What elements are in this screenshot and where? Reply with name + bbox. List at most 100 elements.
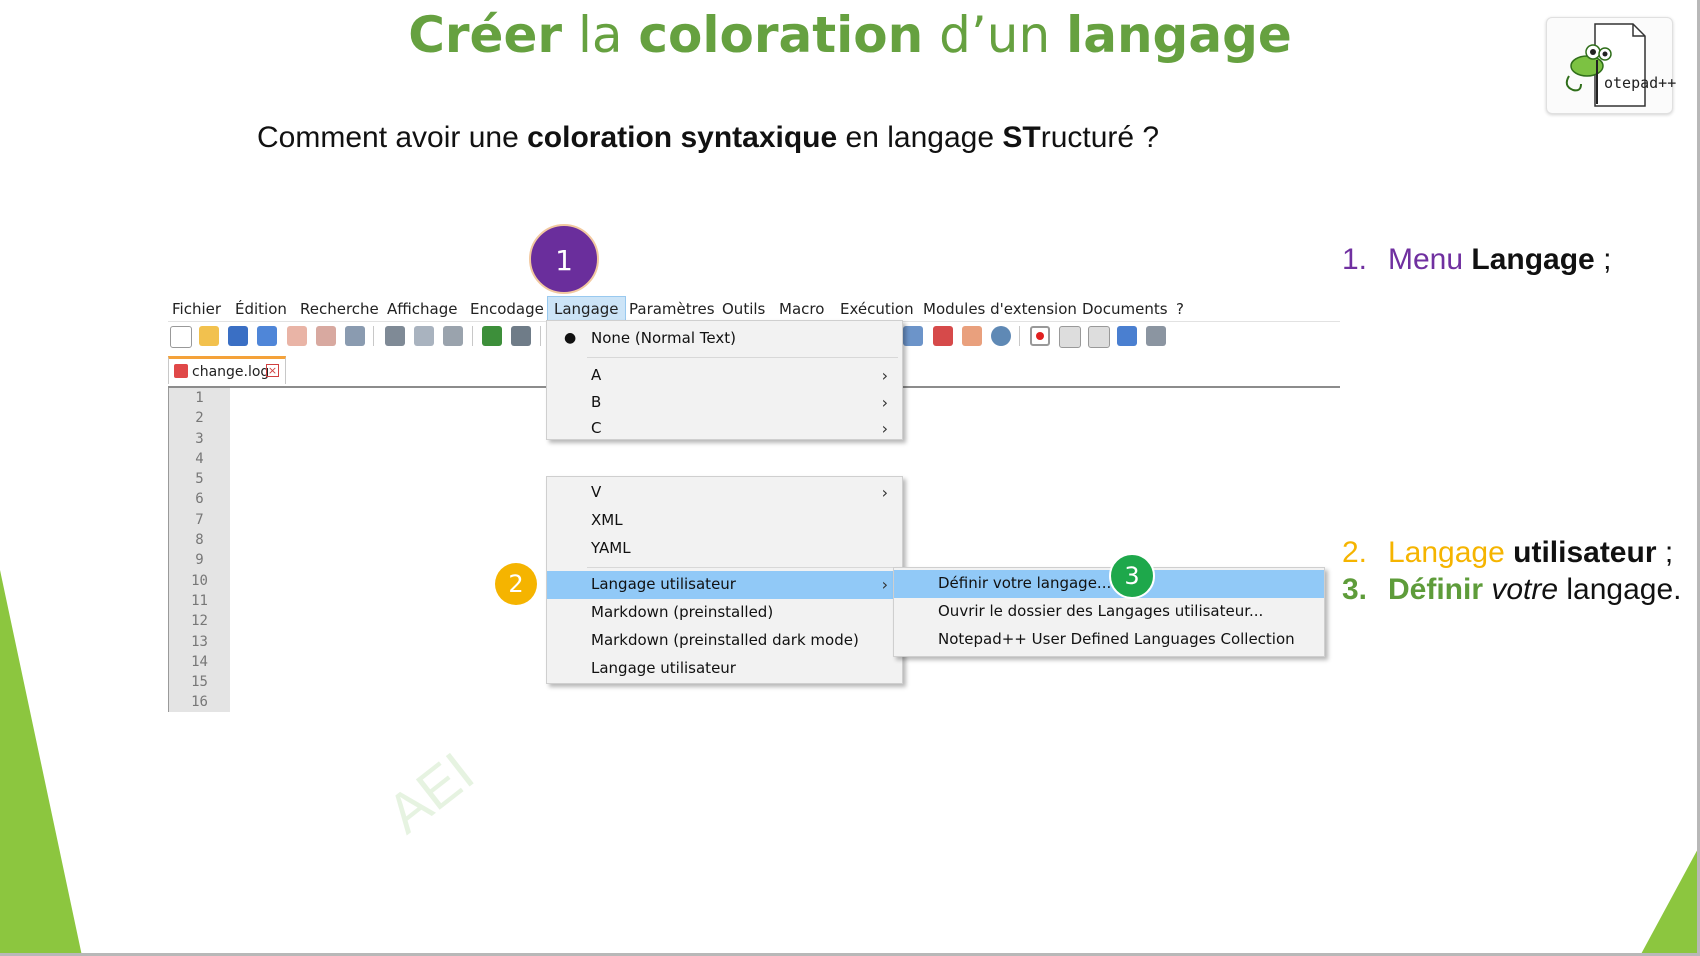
menu-fichier[interactable]: Fichier <box>172 300 221 318</box>
question-part-4: ST <box>1002 121 1041 154</box>
tab-label: change.log <box>192 364 270 380</box>
title-word-4: d’un <box>923 6 1067 64</box>
question-part-2: coloration syntaxique <box>527 121 838 154</box>
save-macro-icon[interactable] <box>1146 326 1166 346</box>
notepadpp-logo: otepad++ <box>1546 17 1677 114</box>
open-file-icon[interactable] <box>199 326 219 346</box>
menu-documents[interactable]: Documents <box>1082 300 1168 318</box>
paste-icon[interactable] <box>443 326 463 346</box>
monitoring-eye-icon[interactable] <box>991 326 1011 346</box>
menu-item-none-normal-text[interactable]: ● None (Normal Text) <box>547 325 902 352</box>
menu-edition[interactable]: Édition <box>235 300 287 318</box>
line-number: 3 <box>195 430 204 447</box>
menu-item-xml[interactable]: XML <box>547 507 902 534</box>
menu-modules-extension[interactable]: Modules d'extension <box>923 300 1077 318</box>
menu-item-label: B <box>591 393 602 411</box>
logo-text: otepad++ <box>1604 74 1677 92</box>
stop-macro-icon[interactable] <box>1059 326 1081 348</box>
line-number: 1 <box>195 390 204 406</box>
play-macro-icon[interactable] <box>1088 326 1110 348</box>
menu-item-ouvrir-dossier[interactable]: Ouvrir le dossier des Langages utilisate… <box>894 598 1324 625</box>
line-number: 12 <box>191 613 208 630</box>
title-word-2: la <box>562 6 639 64</box>
line-number: 2 <box>195 410 204 427</box>
step-3-bold: Définir <box>1388 573 1484 606</box>
menu-item-label: Ouvrir le dossier des Langages utilisate… <box>938 602 1264 620</box>
menu-langage[interactable]: Langage <box>547 296 626 322</box>
menu-item-label: YAML <box>591 539 631 557</box>
step-badge-3: 3 <box>1109 553 1155 599</box>
cut-icon[interactable] <box>385 326 405 346</box>
menu-affichage[interactable]: Affichage <box>387 300 457 318</box>
folder-workspace-icon[interactable] <box>962 326 982 346</box>
menu-item-b[interactable]: B › <box>547 389 902 416</box>
menu-item-label: Définir votre langage... <box>938 574 1112 592</box>
menu-item-markdown-dark[interactable]: Markdown (preinstalled dark mode) <box>547 627 902 654</box>
menu-item-label: Langage utilisateur <box>591 659 736 677</box>
function-list-icon[interactable] <box>933 326 953 346</box>
line-number: 8 <box>195 532 204 549</box>
toolbar-separator <box>1019 326 1020 346</box>
chevron-right-icon: › <box>881 483 888 502</box>
menu-item-yaml[interactable]: YAML <box>547 535 902 562</box>
step-2-text: Langage <box>1388 536 1505 569</box>
menu-recherche[interactable]: Recherche <box>300 300 379 318</box>
tab-close-icon[interactable]: × <box>266 364 279 377</box>
tab-change-log[interactable]: change.log × <box>168 356 286 384</box>
step-2-bold: utilisateur <box>1504 536 1657 569</box>
record-macro-icon[interactable] <box>1030 326 1050 346</box>
step-3-italic: votre <box>1483 573 1559 606</box>
copy-icon[interactable] <box>414 326 434 346</box>
selected-bullet-icon: ● <box>564 330 577 346</box>
toolbar-separator <box>540 326 541 346</box>
language-menu-top: ● None (Normal Text) A › B › C › <box>546 320 903 440</box>
slide-title: Créer la coloration d’un langage <box>0 6 1700 64</box>
line-number: 7 <box>195 511 204 528</box>
menu-help[interactable]: ? <box>1176 300 1184 318</box>
question-part-5: ructuré ? <box>1040 121 1160 154</box>
step-1-text: Menu <box>1388 243 1472 276</box>
menu-encodage[interactable]: Encodage <box>470 300 544 318</box>
step-1-bold: Langage <box>1471 243 1595 276</box>
line-number: 6 <box>195 491 204 508</box>
undo-icon[interactable] <box>482 326 502 346</box>
menu-item-langage-utilisateur-2[interactable]: Langage utilisateur <box>547 655 902 682</box>
menu-outils[interactable]: Outils <box>722 300 765 318</box>
line-number-gutter: 1 2 3 4 5 6 7 8 9 10 11 12 13 14 15 16 <box>168 388 230 712</box>
menu-item-label: Langage utilisateur <box>591 575 736 593</box>
step-2-number: 2. <box>1342 536 1368 569</box>
step-1: 1. Menu Langage ; <box>1342 243 1611 277</box>
step-2: 2. Langage utilisateur ; <box>1342 536 1673 570</box>
redo-icon[interactable] <box>511 326 531 346</box>
close-all-icon[interactable] <box>316 326 336 346</box>
question-part-1: Comment avoir une <box>257 121 528 154</box>
menu-item-label: Markdown (preinstalled dark mode) <box>591 631 859 649</box>
menu-item-a[interactable]: A › <box>547 362 902 389</box>
print-icon[interactable] <box>345 326 365 346</box>
language-menu-bottom: V › XML YAML Langage utilisateur › Markd… <box>546 476 903 684</box>
menu-item-c[interactable]: C › <box>547 415 902 439</box>
line-number: 11 <box>191 592 208 609</box>
menu-item-label: A <box>591 366 602 384</box>
run-macro-multiple-icon[interactable] <box>1117 326 1137 346</box>
menu-item-label: V <box>591 483 602 501</box>
line-number: 13 <box>191 633 208 650</box>
new-file-icon[interactable] <box>170 326 192 348</box>
menu-execution[interactable]: Exécution <box>840 300 914 318</box>
menu-separator <box>587 357 898 358</box>
menu-item-langage-utilisateur[interactable]: Langage utilisateur › <box>547 571 902 599</box>
menu-item-v[interactable]: V › <box>547 479 902 506</box>
menu-macro[interactable]: Macro <box>779 300 824 318</box>
menu-item-udl-collection[interactable]: Notepad++ User Defined Languages Collect… <box>894 626 1324 653</box>
menu-parametres[interactable]: Paramètres <box>629 300 715 318</box>
menu-separator <box>587 567 898 568</box>
line-number: 10 <box>191 572 208 589</box>
save-all-icon[interactable] <box>257 326 277 346</box>
close-icon[interactable] <box>287 326 307 346</box>
chevron-right-icon: › <box>881 419 888 438</box>
menu-item-markdown[interactable]: Markdown (preinstalled) <box>547 599 902 626</box>
doc-map-icon[interactable] <box>903 326 923 346</box>
save-icon[interactable] <box>228 326 248 346</box>
line-number: 16 <box>191 694 208 711</box>
menu-item-label: XML <box>591 511 623 529</box>
